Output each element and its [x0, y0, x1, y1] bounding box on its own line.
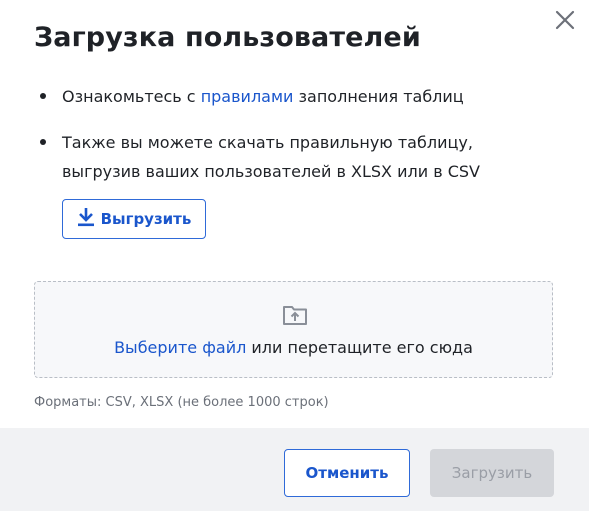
dialog-title: Загрузка пользователей [34, 22, 421, 53]
export-button[interactable]: Выгрузить [62, 199, 206, 239]
instructions-list: Ознакомьтесь с правилами заполнения табл… [34, 82, 554, 186]
rules-text-after: заполнения таблиц [293, 87, 464, 106]
rules-link[interactable]: правилами [201, 87, 294, 106]
export-hint-text: Также вы можете скачать правильную табли… [62, 133, 480, 181]
download-icon [77, 207, 95, 231]
upload-button[interactable]: Загрузить [430, 449, 554, 497]
drag-hint: или перетащите его сюда [246, 338, 473, 357]
dialog-footer: Отменить Загрузить [0, 428, 589, 511]
upload-users-dialog: Загрузка пользователей Ознакомьтесь с пр… [0, 0, 589, 511]
rules-text-before: Ознакомьтесь с [62, 87, 201, 106]
export-button-label: Выгрузить [100, 210, 192, 228]
file-dropzone[interactable]: Выберите файл или перетащите его сюда [34, 281, 553, 378]
choose-file-link[interactable]: Выберите файл [114, 338, 246, 357]
close-icon[interactable] [553, 8, 577, 32]
folder-upload-icon [282, 304, 308, 326]
dropzone-text: Выберите файл или перетащите его сюда [35, 338, 552, 357]
list-item-export: Также вы можете скачать правильную табли… [34, 128, 554, 186]
cancel-button[interactable]: Отменить [284, 449, 410, 497]
formats-hint: Форматы: CSV, XLSX (не более 1000 строк) [34, 395, 329, 410]
list-item-rules: Ознакомьтесь с правилами заполнения табл… [34, 82, 554, 111]
